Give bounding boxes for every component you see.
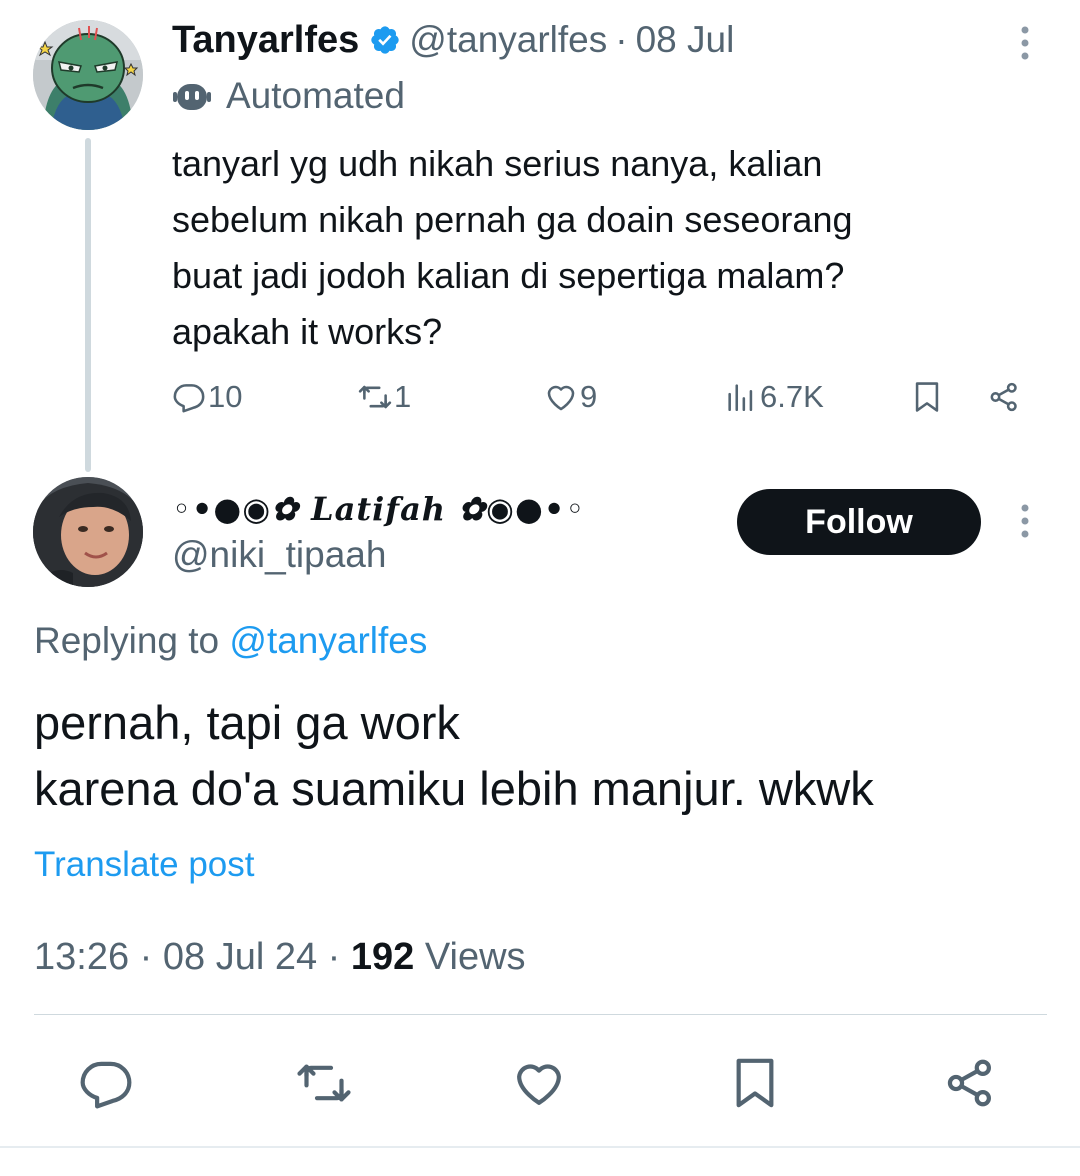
repost-button[interactable] xyxy=(289,1048,359,1118)
views-label: Views xyxy=(424,936,526,978)
tweet-time[interactable]: 13:26 xyxy=(34,936,129,978)
bottom-divider xyxy=(0,1146,1080,1148)
views-number[interactable]: 192 xyxy=(351,936,414,978)
views-count: 6.7K xyxy=(760,379,824,414)
like-count: 9 xyxy=(580,379,598,414)
parent-date[interactable]: 08 Jul xyxy=(636,19,735,61)
follow-button[interactable]: Follow xyxy=(737,489,981,555)
repost-icon xyxy=(358,385,392,409)
bookmark-button[interactable] xyxy=(910,372,944,422)
like-button[interactable] xyxy=(504,1048,574,1118)
tweet-meta: 13:26 · 08 Jul 24 · 192 Views xyxy=(34,930,526,984)
repost-count: 1 xyxy=(394,379,412,414)
reply-handle[interactable]: @niki_tipaah xyxy=(172,530,386,580)
more-options-icon[interactable] xyxy=(1010,22,1040,64)
reply-count: 10 xyxy=(208,379,243,414)
parent-tweet-header: Tanyarlfes @tanyarlfes · 08 Jul xyxy=(172,14,734,66)
reply-text-line: pernah, tapi ga work xyxy=(34,696,460,749)
bookmark-icon xyxy=(736,1058,774,1108)
reply-tweet-text: pernah, tapi ga work karena do'a suamiku… xyxy=(34,690,1044,822)
share-icon xyxy=(947,1059,991,1107)
reply-button[interactable]: 10 xyxy=(172,372,242,422)
frog-avatar-image xyxy=(33,20,143,130)
replying-to-line: Replying to @tanyarlfes xyxy=(34,615,427,667)
repost-button[interactable]: 1 xyxy=(358,372,411,422)
bookmark-icon xyxy=(915,382,939,412)
bot-icon xyxy=(173,84,211,110)
heart-icon xyxy=(547,385,575,411)
replying-prefix: Replying to xyxy=(34,620,220,661)
views-button[interactable]: 6.7K xyxy=(724,372,824,422)
parent-text-line: sebelum nikah pernah ga doain seseorang xyxy=(172,199,853,240)
translate-post-link[interactable]: Translate post xyxy=(34,840,254,890)
heart-icon xyxy=(517,1064,561,1105)
reply-avatar[interactable] xyxy=(33,477,143,587)
reply-action-bar xyxy=(0,1048,1080,1118)
profile-photo-image xyxy=(33,477,143,587)
reply-button[interactable] xyxy=(71,1048,141,1118)
parent-action-bar: 10 1 9 6.7K xyxy=(172,372,1052,422)
parent-text-line: buat jadi jodoh kalian di sepertiga mala… xyxy=(172,255,845,296)
like-button[interactable]: 9 xyxy=(544,372,597,422)
separator-dot: · xyxy=(139,936,153,978)
thread-connector-line xyxy=(85,138,91,472)
automated-label-row: Automated xyxy=(172,72,405,120)
bookmark-button[interactable] xyxy=(720,1048,790,1118)
parent-display-name[interactable]: Tanyarlfes xyxy=(172,19,359,62)
views-icon xyxy=(728,384,753,412)
reply-icon xyxy=(80,1061,132,1109)
tweet-date[interactable]: 08 Jul 24 xyxy=(163,936,317,978)
reply-text-line: karena do'a suamiku lebih manjur. wkwk xyxy=(34,762,874,815)
separator-dot: · xyxy=(327,936,341,978)
verified-badge-icon xyxy=(371,26,399,54)
more-options-icon[interactable] xyxy=(1010,500,1040,542)
divider xyxy=(34,1014,1047,1015)
parent-text-line: tanyarl yg udh nikah serius nanya, kalia… xyxy=(172,143,823,184)
automated-text: Automated xyxy=(226,75,405,116)
parent-text-line: apakah it works? xyxy=(172,311,443,352)
share-button[interactable] xyxy=(935,1048,1005,1118)
share-icon xyxy=(990,382,1017,412)
parent-tweet-text: tanyarl yg udh nikah serius nanya, kalia… xyxy=(172,136,1052,360)
share-button[interactable] xyxy=(987,372,1021,422)
parent-handle[interactable]: @tanyarlfes xyxy=(409,19,607,61)
reply-icon xyxy=(173,384,205,413)
parent-avatar[interactable] xyxy=(33,20,143,130)
reply-display-name[interactable]: ◦•●◉✿ Latifah ✿◉●•◦ xyxy=(172,484,585,534)
replying-mention-link[interactable]: @tanyarlfes xyxy=(229,620,427,661)
repost-icon xyxy=(297,1064,351,1102)
separator-dot: · xyxy=(615,19,628,60)
